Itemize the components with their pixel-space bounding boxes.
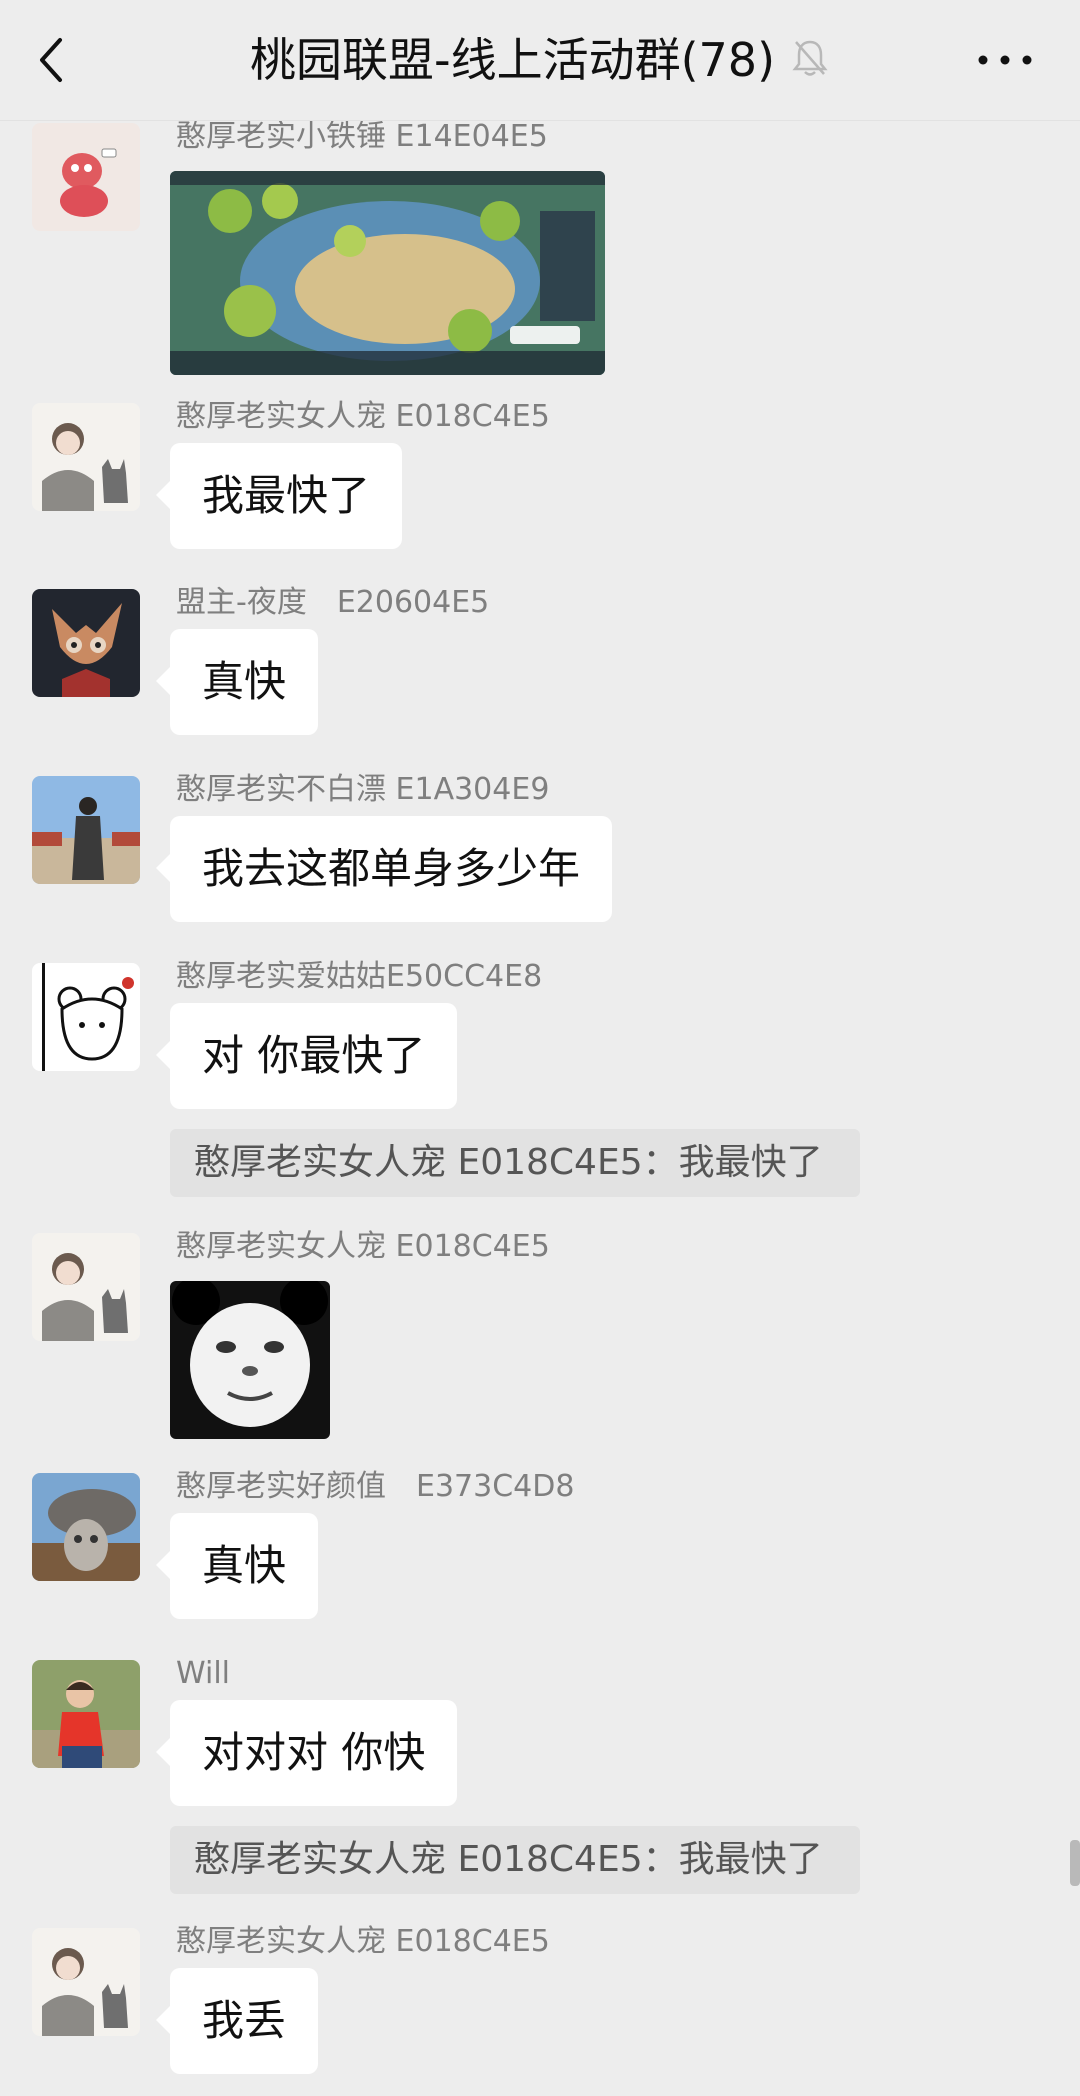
avatar[interactable] — [32, 403, 140, 511]
muted-bell-icon — [792, 38, 828, 78]
game-screenshot-image[interactable] — [170, 171, 605, 375]
quoted-message[interactable]: 憨厚老实女人宠 E018C4E5：我最快了 — [170, 1826, 860, 1894]
chevron-left-icon — [40, 38, 62, 82]
back-button[interactable] — [30, 30, 80, 90]
avatar[interactable] — [32, 776, 140, 884]
avatar[interactable] — [32, 1233, 140, 1341]
avatar[interactable] — [32, 1928, 140, 2036]
sender-name: 憨厚老实女人宠 E018C4E5 — [176, 1229, 550, 1264]
sender-name: 憨厚老实女人宠 E018C4E5 — [176, 399, 550, 434]
chat-message-list[interactable]: 憨厚老实小铁锤 E14E04E5 憨厚老实女人宠 E018C4E5 我最快了 盟… — [0, 121, 1080, 2096]
quoted-message[interactable]: 憨厚老实女人宠 E018C4E5：我最快了 — [170, 1129, 860, 1197]
avatar[interactable] — [32, 123, 140, 231]
message-bubble[interactable]: 我丢 — [155, 1968, 319, 2074]
avatar[interactable] — [32, 589, 140, 697]
message-bubble[interactable]: 我去这都单身多少年 — [155, 816, 613, 922]
message-bubble[interactable]: 真快 — [155, 1513, 319, 1619]
more-button[interactable] — [975, 40, 1035, 80]
avatar[interactable] — [32, 1473, 140, 1581]
sender-name: 憨厚老实爱姑姑E50CC4E8 — [176, 959, 543, 994]
message-bubble[interactable]: 我最快了 — [155, 443, 403, 549]
scrollbar[interactable] — [1070, 1840, 1080, 1886]
chat-header: 桃园联盟-线上活动群(78) — [0, 0, 1080, 121]
sender-name: 憨厚老实女人宠 E018C4E5 — [176, 1924, 550, 1959]
message-bubble[interactable]: 对对对 你快 — [155, 1700, 458, 1806]
avatar[interactable] — [32, 963, 140, 1071]
sender-name: 憨厚老实好颜值 E373C4D8 — [176, 1469, 575, 1504]
sender-name: Will — [176, 1656, 231, 1691]
more-dots-icon — [978, 55, 1032, 65]
sender-name: 憨厚老实小铁锤 E14E04E5 — [176, 121, 548, 154]
avatar[interactable] — [32, 1660, 140, 1768]
page-title: 桃园联盟-线上活动群(78) — [250, 33, 776, 87]
sender-name: 憨厚老实不白漂 E1A304E9 — [176, 772, 550, 807]
message-bubble[interactable]: 真快 — [155, 629, 319, 735]
sender-name: 盟主-夜度 E20604E5 — [176, 585, 490, 620]
message-bubble[interactable]: 对 你最快了 — [155, 1003, 458, 1109]
panda-sticker-image[interactable] — [170, 1281, 330, 1439]
